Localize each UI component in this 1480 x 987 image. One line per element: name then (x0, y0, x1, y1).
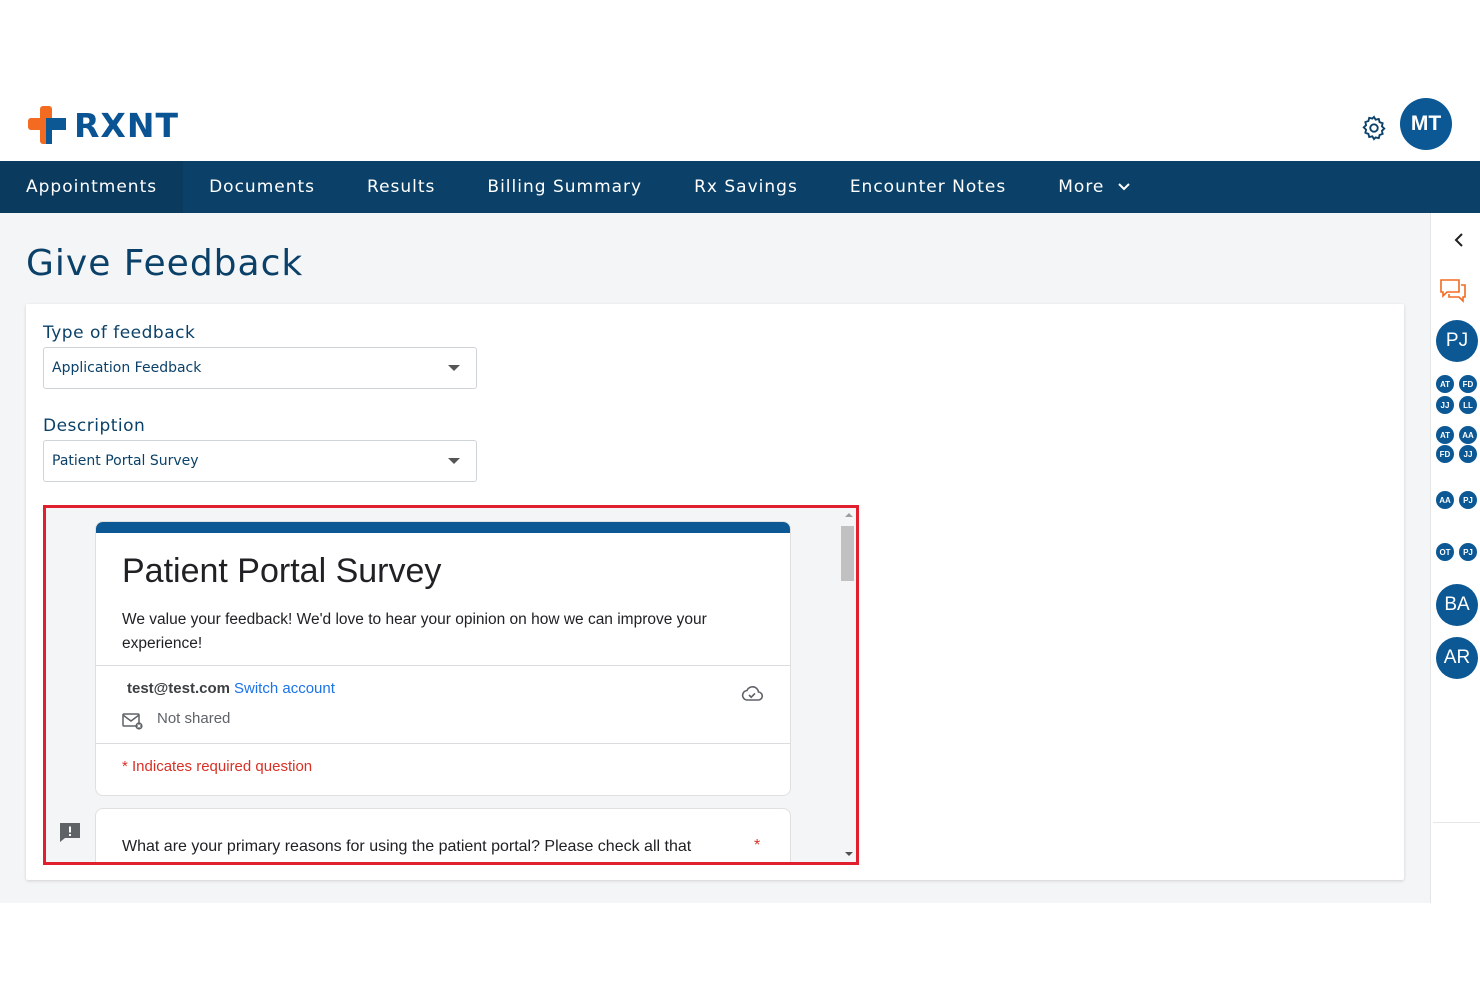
account-email: test@test.com (127, 680, 230, 697)
avatar-small[interactable]: JJ (1436, 396, 1454, 414)
dropdown-caret-icon (448, 365, 460, 371)
nav-rx-savings[interactable]: Rx Savings (668, 161, 824, 213)
avatar-small[interactable]: PJ (1459, 543, 1477, 561)
description-select[interactable]: Patient Portal Survey (43, 440, 477, 482)
divider (96, 743, 790, 744)
nav-results[interactable]: Results (341, 161, 461, 213)
survey-header-card: Patient Portal Survey We value your feed… (95, 521, 791, 796)
nav-appointments[interactable]: Appointments (0, 161, 184, 213)
question-required-mark: * (754, 837, 761, 854)
avatar-small[interactable]: AA (1436, 491, 1454, 509)
page: RXNT MT Appointments Documents Results B… (0, 0, 1480, 987)
description-value: Patient Portal Survey (52, 453, 199, 469)
mail-not-shared-icon (122, 713, 143, 730)
dropdown-caret-icon (448, 458, 460, 464)
user-avatar[interactable]: MT (1400, 98, 1452, 150)
page-title: Give Feedback (26, 243, 304, 284)
rxnt-logo[interactable]: RXNT (26, 104, 179, 146)
avatar-small[interactable]: AT (1436, 426, 1454, 444)
avatar-small[interactable]: FD (1459, 375, 1477, 393)
cloud-saved-icon (741, 686, 764, 701)
gear-icon[interactable] (1360, 114, 1388, 142)
avatar-pj[interactable]: PJ (1436, 320, 1478, 362)
survey-description: We value your feedback! We'd love to hea… (122, 611, 707, 652)
avatar-ar[interactable]: AR (1436, 637, 1478, 679)
question-text: What are your primary reasons for using … (122, 838, 692, 855)
switch-account-link[interactable]: Switch account (234, 680, 335, 697)
scroll-down-arrow-icon[interactable] (845, 852, 853, 856)
nav-billing-summary[interactable]: Billing Summary (461, 161, 668, 213)
cross-logo-icon (28, 106, 66, 144)
report-feedback-icon[interactable] (58, 821, 82, 843)
scroll-thumb[interactable] (841, 526, 854, 581)
scroll-up-arrow-icon[interactable] (845, 513, 853, 517)
avatar-small[interactable]: OT (1436, 543, 1454, 561)
type-of-feedback-value: Application Feedback (52, 360, 202, 376)
avatar-small[interactable]: FD (1436, 445, 1454, 463)
not-shared-text: Not shared (157, 710, 231, 727)
feedback-card: Type of feedback Application Feedback De… (26, 304, 1404, 880)
question-card: What are your primary reasons for using … (95, 808, 791, 862)
required-note: * Indicates required question (122, 758, 313, 775)
nav-more[interactable]: More (1032, 161, 1156, 213)
avatar-small[interactable]: AT (1436, 375, 1454, 393)
nav-documents[interactable]: Documents (183, 161, 341, 213)
chat-bubbles-icon[interactable] (1439, 277, 1467, 303)
survey-embed-frame[interactable]: Patient Portal Survey We value your feed… (43, 505, 859, 865)
survey-title: Patient Portal Survey (122, 552, 442, 590)
type-of-feedback-label: Type of feedback (43, 323, 196, 343)
divider (1433, 822, 1480, 823)
avatar-small[interactable]: PJ (1459, 491, 1477, 509)
main-content: Give Feedback Type of feedback Applicati… (0, 213, 1430, 903)
avatar-small[interactable]: AA (1459, 426, 1477, 444)
avatar-small[interactable]: LL (1459, 396, 1477, 414)
avatar-small[interactable]: JJ (1459, 445, 1477, 463)
chevron-down-icon (1118, 183, 1131, 191)
embed-scrollbar[interactable] (840, 508, 856, 862)
right-sidebar: PJ AT FD JJ LL AT AA FD JJ AA PJ OT PJ B… (1430, 213, 1480, 903)
logo-text: RXNT (74, 105, 179, 145)
account-row: test@test.com Switch account (127, 680, 335, 697)
chevron-left-icon[interactable] (1453, 233, 1465, 247)
description-label: Description (43, 416, 146, 436)
nav-encounter-notes[interactable]: Encounter Notes (824, 161, 1032, 213)
nav-more-label: More (1058, 177, 1105, 197)
avatar-ba[interactable]: BA (1436, 584, 1478, 626)
survey-accent-bar (96, 522, 790, 533)
divider (96, 665, 790, 666)
type-of-feedback-select[interactable]: Application Feedback (43, 347, 477, 389)
app-header: RXNT MT (0, 80, 1480, 161)
main-nav: Appointments Documents Results Billing S… (0, 161, 1480, 213)
